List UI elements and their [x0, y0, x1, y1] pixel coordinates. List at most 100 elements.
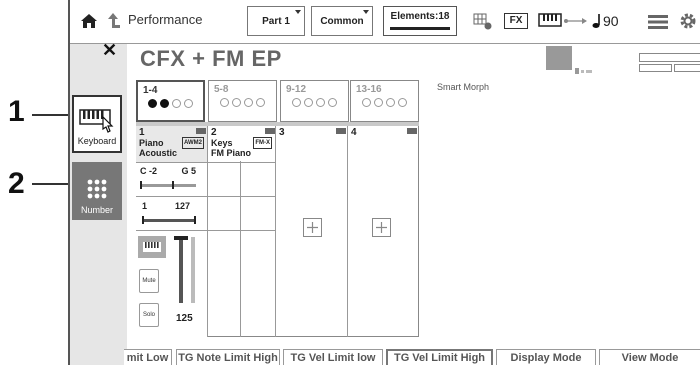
tempo-value[interactable]: 90 [603, 13, 619, 29]
plus-icon [307, 222, 318, 233]
part-settings-icon [407, 128, 417, 134]
part-tab-label: 1-4 [143, 85, 158, 96]
smart-morph-label[interactable]: Smart Morph [437, 82, 489, 92]
common-label: Common [320, 15, 364, 27]
dot-on [160, 99, 169, 108]
note-range-cell[interactable]: C -2 G 5 [136, 163, 207, 196]
mute-button[interactable]: Mute [139, 269, 159, 293]
part-dots [214, 98, 271, 107]
velocity-low: 1 [142, 201, 148, 211]
back-arrow-icon[interactable] [105, 11, 121, 29]
gear-icon[interactable] [679, 12, 697, 30]
dot-off [220, 98, 229, 107]
part-column-3[interactable]: 3 [276, 126, 348, 337]
tab-vel-limit-high[interactable]: TG Vel Limit High [386, 349, 493, 365]
column-divider [240, 163, 241, 337]
part-settings-icon [265, 128, 275, 134]
menu-icon[interactable] [648, 15, 668, 29]
keyboard-icon [79, 109, 114, 133]
volume-slider-track-2[interactable] [191, 237, 195, 303]
callout-2-line [32, 183, 72, 185]
dot-off [386, 98, 395, 107]
number-pad-icon [87, 179, 107, 199]
keyboard-button[interactable]: Keyboard [72, 95, 122, 153]
chevron-down-icon [363, 10, 369, 14]
part-engine-badge: AWM2 [182, 137, 204, 149]
note-range-cell[interactable] [208, 163, 275, 196]
page-title: Performance [128, 12, 203, 27]
plus-icon [376, 222, 387, 233]
keyboard-assign-button[interactable] [138, 236, 166, 258]
velocity-low-handle[interactable] [142, 216, 144, 224]
dot-off [304, 98, 313, 107]
elements-indicator[interactable]: Elements:18 [383, 6, 457, 36]
velocity-range-text: 1 127 [142, 201, 190, 211]
solo-button[interactable]: Solo [139, 303, 159, 327]
dot-off [374, 98, 383, 107]
part-tab-9-12[interactable]: 9-12 [280, 80, 349, 122]
volume-slider-fill [179, 240, 183, 303]
flag-icon [575, 62, 597, 74]
number-button[interactable]: Number [72, 162, 122, 220]
part-tab-13-16[interactable]: 13-16 [350, 80, 419, 122]
dot-off [232, 98, 241, 107]
mixer-cell[interactable] [208, 161, 275, 333]
note-low: C -2 [140, 166, 158, 176]
dot-on [148, 99, 157, 108]
velocity-high: 127 [174, 201, 190, 211]
tab-display-mode[interactable]: Display Mode [496, 349, 596, 365]
part-subname: FM Piano [211, 148, 251, 158]
keyboard-usb-icon[interactable] [538, 12, 590, 30]
part-tab-1-4[interactable]: 1-4 [136, 80, 205, 122]
dot-off [256, 98, 265, 107]
dot-off [184, 99, 193, 108]
note-range-low-handle[interactable] [140, 181, 142, 189]
callout-1: 1 [8, 95, 25, 128]
velocity-range-cell[interactable] [208, 197, 275, 230]
fx-button[interactable]: FX [504, 13, 528, 29]
grid-settings-icon[interactable] [473, 13, 493, 31]
common-button[interactable]: Common [311, 6, 373, 36]
morph-slider-outline-3[interactable] [674, 64, 700, 72]
performance-name[interactable]: CFX + FM EP [140, 46, 282, 72]
note-range-high-handle[interactable] [172, 181, 174, 189]
dot-off [316, 98, 325, 107]
dot-off [398, 98, 407, 107]
tab-note-limit-high[interactable]: TG Note Limit High [176, 349, 280, 365]
part-dots [143, 99, 198, 108]
part-tab-label: 5-8 [214, 84, 229, 95]
part-tab-5-8[interactable]: 5-8 [208, 80, 277, 122]
velocity-range-bar[interactable] [142, 216, 196, 224]
part-column-4[interactable]: 4 [348, 126, 419, 337]
number-button-label: Number [80, 205, 113, 215]
tab-view-mode[interactable]: View Mode [599, 349, 700, 365]
part-settings-icon [336, 128, 346, 134]
chevron-down-icon [295, 10, 301, 14]
part-settings-icon [196, 128, 206, 134]
velocity-high-handle[interactable] [194, 216, 196, 224]
part-dots [356, 98, 413, 107]
dot-off [362, 98, 371, 107]
dot-off [244, 98, 253, 107]
callout-1-line [32, 114, 72, 116]
mixer-cell: Mute Solo 125 [136, 231, 207, 333]
add-part-button[interactable] [372, 218, 391, 237]
velocity-range-cell[interactable]: 1 127 [136, 197, 207, 230]
note-high: G 5 [181, 166, 196, 176]
close-icon[interactable]: ✕ [102, 40, 117, 61]
tab-vel-limit-low[interactable]: TG Vel Limit low [283, 349, 383, 365]
note-range-bar[interactable] [140, 181, 196, 189]
part-column-1[interactable]: 1 Piano Acoustic AWM2 C -2 G 5 1 127 Mute … [136, 126, 208, 337]
part-engine-badge: FM-X [253, 137, 272, 149]
callout-2: 2 [8, 167, 25, 200]
part-subname: Acoustic [139, 148, 178, 158]
tab-note-limit-low[interactable]: mit Low [124, 349, 172, 365]
part-select-button[interactable]: Part 1 [247, 6, 305, 36]
home-icon[interactable] [80, 12, 98, 30]
part-column-2[interactable]: 2 Keys FM Piano FM-X [208, 126, 276, 337]
add-part-button[interactable] [303, 218, 322, 237]
keyboard-button-label: Keyboard [77, 136, 117, 146]
morph-slider-outline[interactable] [639, 53, 700, 62]
keyboard-icon [143, 242, 161, 252]
morph-slider-outline-2[interactable] [639, 64, 672, 72]
